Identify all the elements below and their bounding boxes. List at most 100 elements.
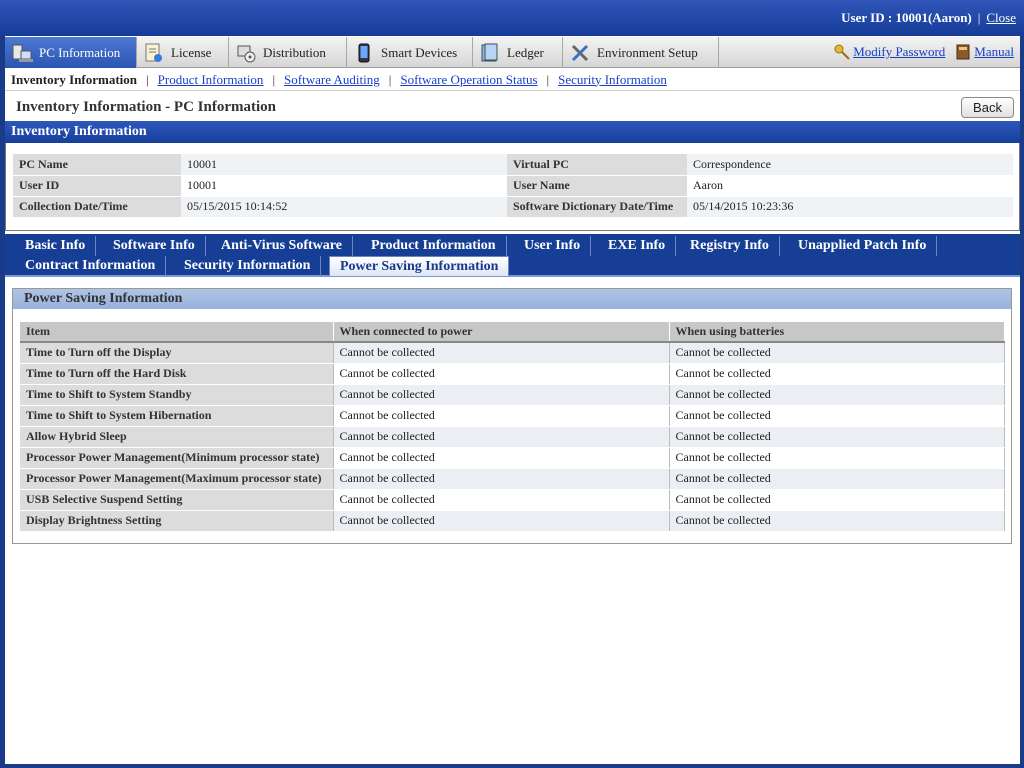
tab-label: Environment Setup bbox=[597, 44, 698, 60]
row-battery-value: Cannot be collected bbox=[669, 468, 1005, 490]
tab-smart-devices[interactable]: Smart Devices bbox=[347, 37, 473, 68]
tab-label: Smart Devices bbox=[381, 44, 458, 60]
table-row: Collection Date/Time 05/15/2015 10:14:52… bbox=[13, 196, 1013, 218]
table-row: Display Brightness Setting Cannot be coll… bbox=[20, 510, 1005, 532]
subnav-inventory-information[interactable]: Inventory Information bbox=[11, 72, 137, 88]
detail-tabs: Basic Info Software Info Anti-Virus Soft… bbox=[5, 234, 1020, 277]
tools-icon bbox=[569, 42, 591, 64]
book-icon bbox=[955, 44, 971, 60]
label-user-name: User Name bbox=[507, 175, 687, 197]
label-collection-date: Collection Date/Time bbox=[13, 196, 181, 218]
subnav-software-operation-status[interactable]: Software Operation Status bbox=[400, 72, 537, 88]
close-link[interactable]: Close bbox=[986, 10, 1016, 25]
tab-environment-setup[interactable]: Environment Setup bbox=[563, 37, 719, 68]
tab-product-information[interactable]: Product Information bbox=[361, 236, 507, 256]
sub-nav: Inventory Information | Product Informat… bbox=[5, 69, 1020, 91]
table-row: User ID 10001 User Name Aaron bbox=[13, 175, 1013, 197]
page-title: Inventory Information - PC Information bbox=[16, 99, 276, 115]
row-power-value: Cannot be collected bbox=[333, 426, 670, 448]
table-row: Time to Turn off the Display Cannot be co… bbox=[20, 342, 1005, 364]
table-row: USB Selective Suspend Setting Cannot be c… bbox=[20, 489, 1005, 511]
tab-basic-info[interactable]: Basic Info bbox=[15, 236, 97, 256]
value-collection-date: 05/15/2015 10:14:52 bbox=[181, 196, 507, 218]
label-pc-name: PC Name bbox=[13, 154, 181, 176]
top-bar: User ID : 10001(Aaron) | Close bbox=[0, 0, 1024, 36]
row-item: Time to Shift to System Hibernation bbox=[20, 405, 334, 427]
row-battery-value: Cannot be collected bbox=[669, 489, 1005, 511]
tab-ledger[interactable]: Ledger bbox=[473, 37, 563, 68]
label-virtual-pc: Virtual PC bbox=[507, 154, 687, 176]
row-power-value: Cannot be collected bbox=[333, 405, 670, 427]
row-item: USB Selective Suspend Setting bbox=[20, 489, 334, 511]
label-user-id: User ID bbox=[13, 175, 181, 197]
main-nav: PC Information License Distribution Smar… bbox=[5, 37, 1020, 68]
row-item: Display Brightness Setting bbox=[20, 510, 334, 532]
key-icon bbox=[834, 44, 850, 60]
table-row: Time to Shift to System Hibernation Canno… bbox=[20, 405, 1005, 427]
row-power-value: Cannot be collected bbox=[333, 363, 670, 385]
tab-license[interactable]: License bbox=[137, 37, 229, 68]
row-item: Time to Turn off the Hard Disk bbox=[20, 363, 334, 385]
tab-anti-virus-software[interactable]: Anti-Virus Software bbox=[211, 236, 353, 256]
license-icon bbox=[143, 42, 165, 64]
column-header-batteries: When using batteries bbox=[669, 322, 1005, 343]
tab-exe-info[interactable]: EXE Info bbox=[598, 236, 677, 256]
user-info: User ID : 10001(Aaron) | Close bbox=[841, 10, 1016, 26]
back-button[interactable]: Back bbox=[961, 97, 1014, 118]
ledger-icon bbox=[479, 42, 501, 64]
utility-links: Modify Password Manual bbox=[834, 44, 1014, 60]
row-battery-value: Cannot be collected bbox=[669, 384, 1005, 406]
inventory-table: PC Name 10001 Virtual PC Correspondence … bbox=[13, 154, 1013, 218]
value-virtual-pc: Correspondence bbox=[687, 154, 1013, 176]
inventory-section-heading: Inventory Information bbox=[5, 121, 1020, 143]
modify-password-label: Modify Password bbox=[853, 44, 946, 59]
tab-user-info[interactable]: User Info bbox=[514, 236, 592, 256]
tab-label: Ledger bbox=[507, 44, 544, 60]
column-header-item: Item bbox=[20, 322, 334, 343]
smart-device-icon bbox=[353, 42, 375, 64]
tab-contract-information[interactable]: Contract Information bbox=[15, 256, 167, 276]
row-power-value: Cannot be collected bbox=[333, 384, 670, 406]
tab-pc-information[interactable]: PC Information bbox=[5, 37, 137, 68]
power-saving-table: Item When connected to power When using … bbox=[20, 322, 1005, 532]
tab-label: Distribution bbox=[263, 44, 326, 60]
subnav-security-information[interactable]: Security Information bbox=[558, 72, 667, 88]
subnav-product-information[interactable]: Product Information bbox=[158, 72, 264, 88]
row-battery-value: Cannot be collected bbox=[669, 342, 1005, 364]
tab-power-saving-information[interactable]: Power Saving Information bbox=[329, 256, 510, 276]
row-power-value: Cannot be collected bbox=[333, 447, 670, 469]
column-header-power: When connected to power bbox=[333, 322, 670, 343]
label-dictionary-date: Software Dictionary Date/Time bbox=[507, 196, 687, 218]
row-power-value: Cannot be collected bbox=[333, 510, 670, 532]
panel-title: Power Saving Information bbox=[13, 289, 1011, 309]
table-row: Time to Shift to System Standby Cannot be… bbox=[20, 384, 1005, 406]
manual-label: Manual bbox=[974, 44, 1014, 59]
row-item: Time to Shift to System Standby bbox=[20, 384, 334, 406]
tab-unapplied-patch-info[interactable]: Unapplied Patch Info bbox=[788, 236, 938, 256]
table-row: Processor Power Management(Minimum proce… bbox=[20, 447, 1005, 469]
row-battery-value: Cannot be collected bbox=[669, 426, 1005, 448]
tab-label: License bbox=[171, 44, 212, 60]
inventory-info-box: PC Name 10001 Virtual PC Correspondence … bbox=[5, 143, 1020, 231]
row-item: Allow Hybrid Sleep bbox=[20, 426, 334, 448]
row-item: Time to Turn off the Display bbox=[20, 342, 334, 364]
table-row: PC Name 10001 Virtual PC Correspondence bbox=[13, 154, 1013, 176]
value-user-name: Aaron bbox=[687, 175, 1013, 197]
manual-link[interactable]: Manual bbox=[955, 44, 1014, 60]
separator: | bbox=[388, 71, 392, 87]
separator: | bbox=[146, 71, 149, 87]
table-row: Allow Hybrid Sleep Cannot be collected Can… bbox=[20, 426, 1005, 448]
tab-distribution[interactable]: Distribution bbox=[229, 37, 347, 68]
tab-label: PC Information bbox=[39, 44, 121, 60]
tab-registry-info[interactable]: Registry Info bbox=[680, 236, 780, 256]
subnav-software-auditing[interactable]: Software Auditing bbox=[284, 72, 380, 88]
tab-software-info[interactable]: Software Info bbox=[103, 236, 206, 256]
tab-security-information[interactable]: Security Information bbox=[174, 256, 322, 276]
row-power-value: Cannot be collected bbox=[333, 342, 670, 364]
value-pc-name: 10001 bbox=[181, 154, 507, 176]
power-saving-panel: Power Saving Information Item When conne… bbox=[12, 288, 1012, 544]
modify-password-link[interactable]: Modify Password bbox=[834, 44, 945, 60]
row-battery-value: Cannot be collected bbox=[669, 510, 1005, 532]
row-power-value: Cannot be collected bbox=[333, 468, 670, 490]
pc-icon bbox=[11, 42, 33, 64]
